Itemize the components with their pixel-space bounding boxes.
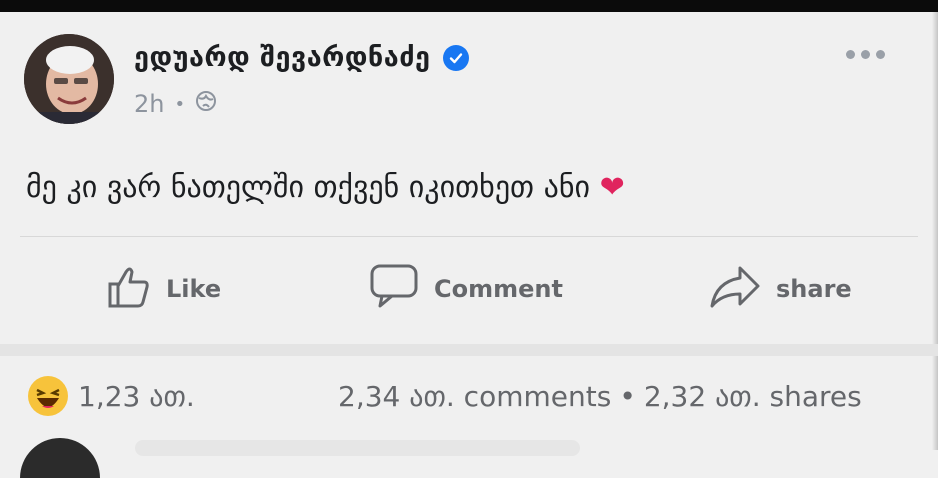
comment-icon bbox=[368, 262, 420, 316]
share-button[interactable]: share bbox=[708, 262, 852, 316]
action-bar: Like Comment share bbox=[0, 262, 938, 318]
stats-separator: • bbox=[619, 380, 636, 413]
globe-icon bbox=[195, 90, 217, 118]
avatar[interactable] bbox=[24, 34, 114, 124]
share-icon bbox=[708, 262, 762, 316]
share-count[interactable]: 2,32 ათ. shares bbox=[644, 380, 862, 413]
like-icon bbox=[104, 262, 152, 316]
reaction-summary[interactable]: 1,23 ათ. bbox=[28, 376, 195, 416]
author-name[interactable]: ედუარდ შევარდნაძე bbox=[134, 42, 431, 73]
comment-count[interactable]: 2,34 ათ. comments bbox=[338, 380, 611, 413]
reaction-count: 1,23 ათ. bbox=[78, 379, 195, 413]
commenter-avatar bbox=[20, 438, 100, 478]
like-button[interactable]: Like bbox=[104, 262, 221, 316]
comment-label: Comment bbox=[434, 275, 563, 303]
post-stats: 1,23 ათ. 2,34 ათ. comments • 2,32 ათ. sh… bbox=[0, 374, 938, 424]
status-bar bbox=[0, 0, 938, 12]
verified-icon bbox=[442, 44, 469, 71]
post-text: მე კი ვარ ნათელში თქვენ იკითხეთ ანი ❤ bbox=[26, 170, 625, 205]
post-time[interactable]: 2h bbox=[134, 90, 164, 118]
comment-input[interactable] bbox=[135, 440, 580, 456]
share-label: share bbox=[776, 275, 852, 303]
haha-reaction-icon bbox=[28, 376, 68, 416]
heart-icon: ❤ bbox=[599, 170, 625, 205]
section-gap bbox=[0, 344, 938, 356]
engagement-counts: 2,34 ათ. comments • 2,32 ათ. shares bbox=[338, 380, 862, 413]
more-icon[interactable] bbox=[846, 50, 885, 59]
post-meta: 2h • bbox=[134, 90, 217, 118]
avatar-image bbox=[24, 34, 114, 124]
comment-button[interactable]: Comment bbox=[368, 262, 563, 316]
like-label: Like bbox=[166, 275, 222, 303]
author: ედუარდ შევარდნაძე bbox=[134, 42, 469, 73]
divider bbox=[20, 236, 918, 237]
meta-separator: • bbox=[174, 93, 186, 115]
post-text-content: მე კი ვარ ნათელში თქვენ იკითხეთ ანი bbox=[26, 170, 591, 205]
